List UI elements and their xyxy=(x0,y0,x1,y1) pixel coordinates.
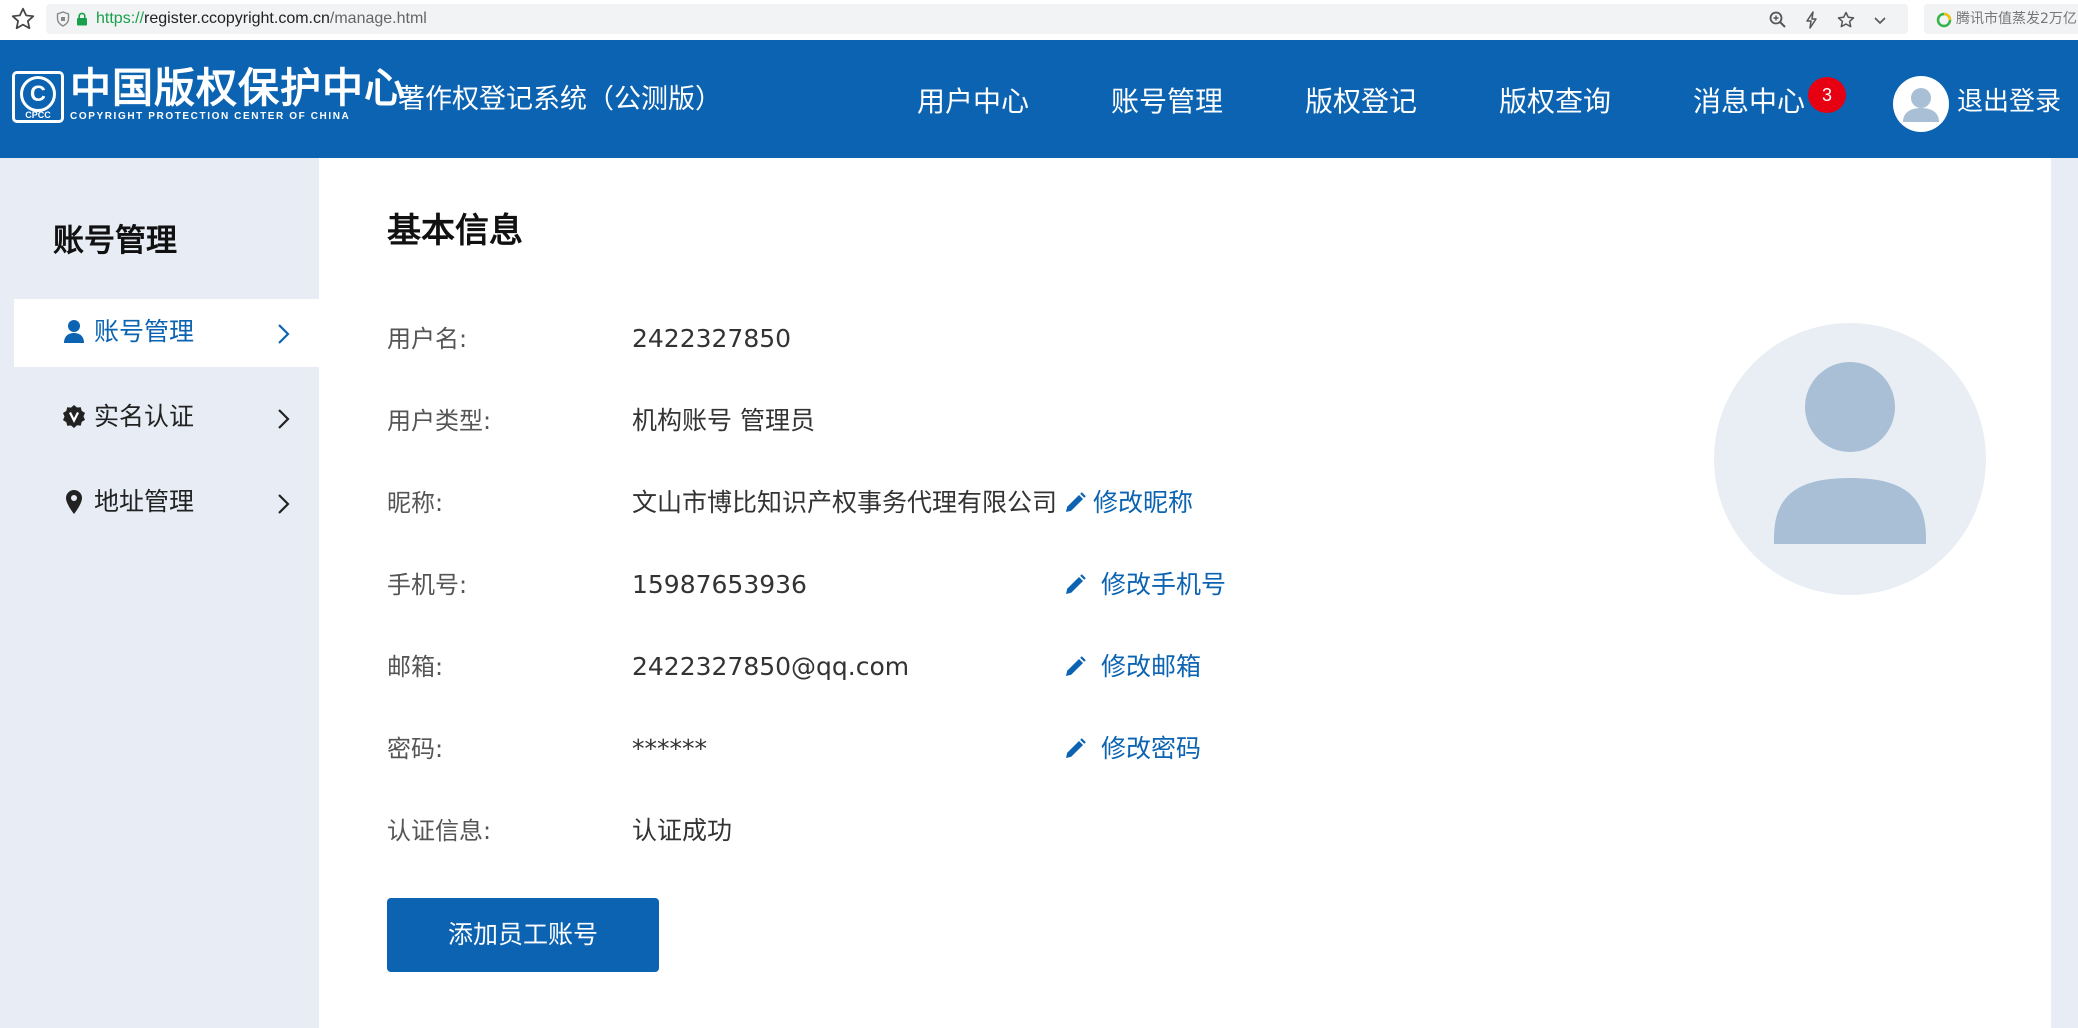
bookmark-star-icon[interactable] xyxy=(10,6,36,32)
add-staff-account-button[interactable]: 添加员工账号 xyxy=(387,898,659,972)
favorite-star-icon[interactable] xyxy=(1836,10,1856,30)
sidebar-item-address-manage[interactable]: 地址管理 xyxy=(14,469,319,537)
nav-user-center[interactable]: 用户中心 xyxy=(917,85,1029,119)
news-ticker[interactable]: 腾讯市值蒸发2万亿 xyxy=(1924,4,2078,34)
logo-mark-abbr: CPCC xyxy=(25,110,51,120)
logo-chinese-name: 中国版权保护中心 xyxy=(70,64,406,112)
user-icon xyxy=(64,320,84,343)
info-row-email: 邮箱: 2422327850@qq.com 修改邮箱 xyxy=(319,647,1519,687)
pencil-icon xyxy=(1066,574,1086,594)
user-avatar-icon xyxy=(1774,362,1926,544)
location-pin-icon xyxy=(66,490,82,514)
message-count-badge: 3 xyxy=(1808,77,1846,113)
edit-password-label: 修改密码 xyxy=(1101,734,1202,763)
url-path: /manage.html xyxy=(329,10,427,27)
phone-label: 手机号: xyxy=(387,571,468,599)
user-type-label: 用户类型: xyxy=(387,407,492,435)
sidebar-item-label: 账号管理 xyxy=(94,317,195,346)
info-row-user-type: 用户类型: 机构账号 管理员 xyxy=(319,401,1519,441)
profile-avatar[interactable] xyxy=(1714,323,1986,595)
user-avatar-icon xyxy=(1903,88,1939,122)
edit-phone-label: 修改手机号 xyxy=(1101,570,1227,599)
header-avatar[interactable] xyxy=(1893,76,1949,132)
user-type-value: 机构账号 管理员 xyxy=(632,406,815,435)
main-panel: 基本信息 用户名: 2422327850 用户类型: 机构账号 管理员 昵称: … xyxy=(319,158,2051,1028)
info-row-username: 用户名: 2422327850 xyxy=(319,319,1519,359)
verified-badge-icon xyxy=(63,405,85,428)
logo-mark-letter: C xyxy=(20,76,56,112)
logout-link[interactable]: 退出登录 xyxy=(1957,85,2061,119)
lock-icon xyxy=(77,12,87,26)
nav-copyright-register[interactable]: 版权登记 xyxy=(1305,85,1417,119)
url-host: register.ccopyright.com.cn xyxy=(144,10,330,27)
sidebar-item-real-name-verify[interactable]: 实名认证 xyxy=(14,384,319,452)
username-label: 用户名: xyxy=(387,325,468,353)
copyright-logo-mark: C CPCC xyxy=(12,71,64,123)
sidebar-title: 账号管理 xyxy=(53,223,177,259)
browser-toolbar: https://register.ccopyright.com.cn/manag… xyxy=(0,0,2078,38)
username-value: 2422327850 xyxy=(632,324,792,353)
auth-info-value: 认证成功 xyxy=(632,816,733,845)
edit-nickname-label: 修改昵称 xyxy=(1093,488,1194,517)
news-logo-icon xyxy=(1936,12,1952,28)
news-text: 腾讯市值蒸发2万亿 xyxy=(1956,11,2077,27)
chevron-right-icon xyxy=(278,494,290,514)
sidebar: 账号管理 账号管理 实名认证 地址管理 xyxy=(14,158,319,1028)
logo-english-name: COPYRIGHT PROTECTION CENTER OF CHINA xyxy=(70,111,351,122)
cpcc-logo[interactable]: C CPCC 中国版权保护中心 COPYRIGHT PROTECTION CEN… xyxy=(12,65,405,123)
zoom-icon[interactable] xyxy=(1768,10,1788,30)
url-text[interactable]: https://register.ccopyright.com.cn/manag… xyxy=(96,10,427,28)
nav-account-manage[interactable]: 账号管理 xyxy=(1111,85,1223,119)
info-row-auth-info: 认证信息: 认证成功 xyxy=(319,811,1519,851)
page-title: 基本信息 xyxy=(387,211,523,251)
url-protocol: https:// xyxy=(96,10,145,27)
address-bar-tools xyxy=(1768,10,1890,30)
sidebar-item-label: 实名认证 xyxy=(94,402,195,431)
pencil-icon xyxy=(1066,492,1086,512)
info-row-nickname: 昵称: 文山市博比知识产权事务代理有限公司 修改昵称 xyxy=(319,483,1519,523)
email-value: 2422327850@qq.com xyxy=(632,652,910,681)
nav-message-center[interactable]: 消息中心 xyxy=(1693,85,1805,119)
site-header: C CPCC 中国版权保护中心 COPYRIGHT PROTECTION CEN… xyxy=(0,40,2078,158)
sidebar-item-label: 地址管理 xyxy=(94,487,195,516)
chevron-right-icon xyxy=(278,409,290,429)
system-title: 著作权登记系统（公测版） xyxy=(398,84,722,115)
nickname-value: 文山市博比知识产权事务代理有限公司 xyxy=(632,488,1058,517)
auth-info-label: 认证信息: xyxy=(387,817,492,845)
edit-email-label: 修改邮箱 xyxy=(1101,652,1202,681)
email-label: 邮箱: xyxy=(387,653,444,681)
pencil-icon xyxy=(1066,656,1086,676)
phone-value: 15987653936 xyxy=(632,570,807,599)
chevron-down-icon[interactable] xyxy=(1870,10,1890,30)
info-row-phone: 手机号: 15987653936 修改手机号 xyxy=(319,565,1519,605)
shield-icon xyxy=(56,11,70,27)
info-row-password: 密码: ****** 修改密码 xyxy=(319,729,1519,769)
chevron-right-icon xyxy=(278,324,290,344)
nickname-label: 昵称: xyxy=(387,489,444,517)
address-bar[interactable]: https://register.ccopyright.com.cn/manag… xyxy=(46,4,1908,34)
password-label: 密码: xyxy=(387,735,444,763)
pencil-icon xyxy=(1066,738,1086,758)
password-value: ****** xyxy=(632,734,707,763)
lightning-icon[interactable] xyxy=(1802,10,1822,30)
sidebar-item-account-manage[interactable]: 账号管理 xyxy=(14,299,319,367)
nav-copyright-query[interactable]: 版权查询 xyxy=(1499,85,1611,119)
